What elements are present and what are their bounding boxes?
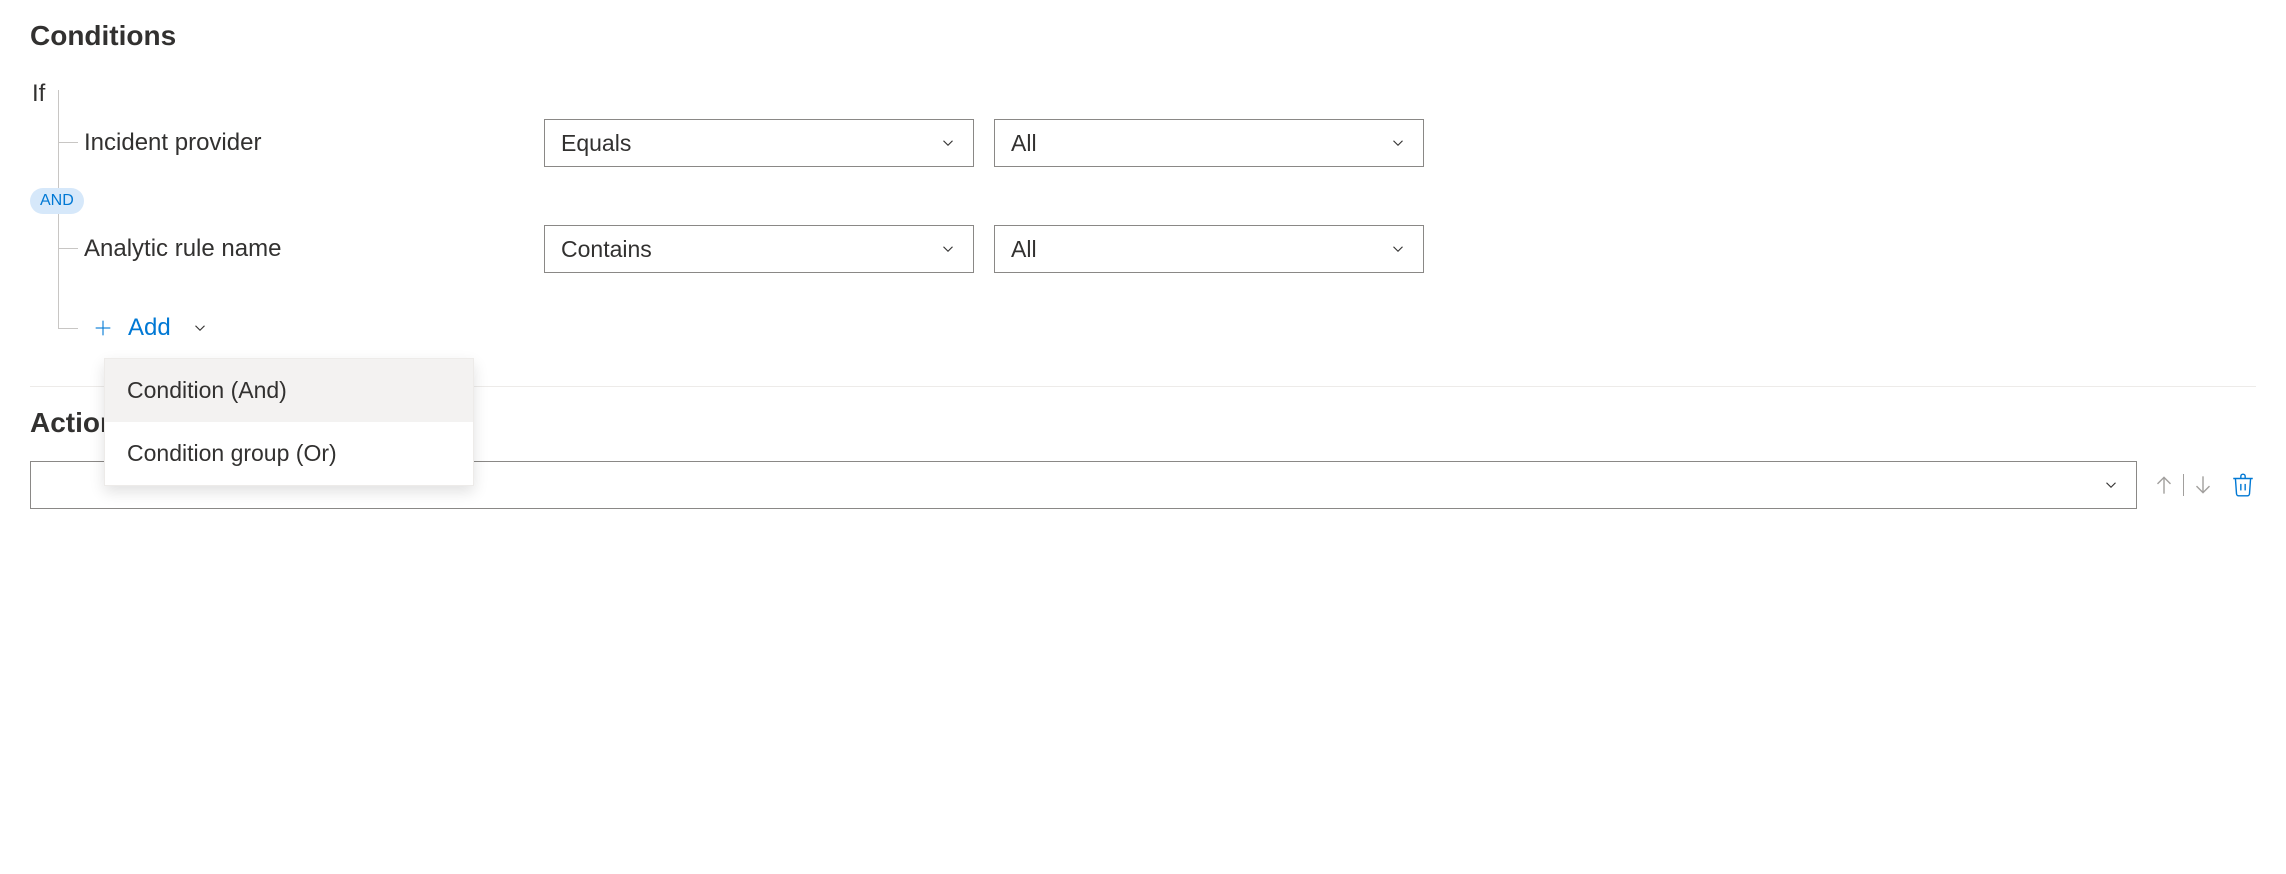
chevron-down-icon [939, 134, 957, 152]
arrow-divider [2183, 474, 2184, 496]
value-select[interactable]: All [994, 119, 1424, 167]
add-label: Add [128, 314, 171, 342]
add-button[interactable]: Add [84, 310, 217, 346]
add-dropdown-menu: Condition (And) Condition group (Or) [104, 358, 474, 486]
menu-item-condition-group-or[interactable]: Condition group (Or) [105, 422, 473, 485]
operator-value: Equals [561, 130, 631, 157]
value-select[interactable]: All [994, 225, 1424, 273]
condition-row: Incident provider Equals All [50, 118, 2256, 168]
add-condition-row: Add Condition (And) Condition group (Or) [50, 310, 2256, 346]
chevron-down-icon [1389, 240, 1407, 258]
conditions-container: AND Incident provider Equals All Analyti… [50, 118, 2256, 346]
chevron-down-icon [2102, 476, 2120, 494]
and-badge: AND [30, 188, 84, 214]
condition-property-label: Incident provider [84, 129, 524, 157]
operator-select[interactable]: Contains [544, 225, 974, 273]
delete-icon[interactable] [2230, 472, 2256, 498]
if-label: If [32, 80, 2256, 108]
value-text: All [1011, 130, 1037, 157]
chevron-down-icon [939, 240, 957, 258]
condition-property-label: Analytic rule name [84, 235, 524, 263]
operator-select[interactable]: Equals [544, 119, 974, 167]
condition-row: Analytic rule name Contains All [50, 224, 2256, 274]
menu-item-condition-and[interactable]: Condition (And) [105, 359, 473, 422]
conditions-title: Conditions [30, 20, 2256, 52]
value-text: All [1011, 236, 1037, 263]
chevron-down-icon [191, 319, 209, 337]
move-down-icon[interactable] [2190, 472, 2216, 498]
move-up-icon[interactable] [2151, 472, 2177, 498]
plus-icon [92, 317, 114, 339]
action-row-controls [2151, 472, 2256, 498]
operator-value: Contains [561, 236, 652, 263]
chevron-down-icon [1389, 134, 1407, 152]
